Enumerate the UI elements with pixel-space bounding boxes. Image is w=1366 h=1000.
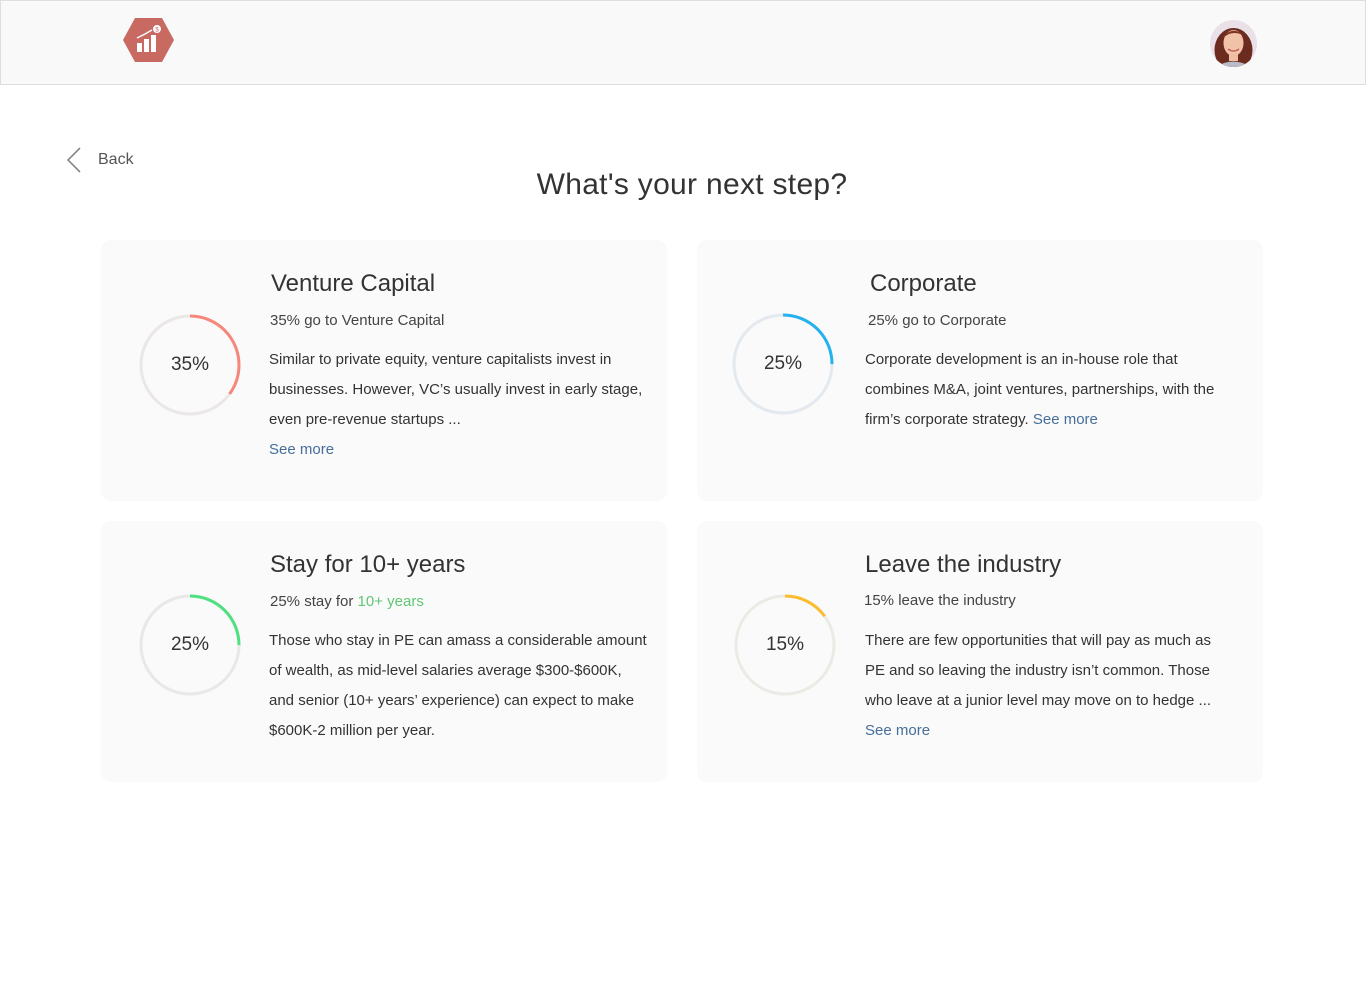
- description-text: Those who stay in PE can amass a conside…: [269, 632, 647, 739]
- subtitle-highlight: 10+ years: [357, 593, 424, 610]
- card-subtitle: 35% go to Venture Capital: [270, 312, 445, 329]
- top-bar: $: [0, 0, 1366, 85]
- card-subtitle: 25% go to Corporate: [868, 312, 1007, 329]
- percent-label: 25%: [763, 353, 803, 374]
- description-text: There are few opportunities that will pa…: [865, 632, 1212, 709]
- progress-ring: 35%: [138, 313, 242, 417]
- card-description: Corporate development is an in-house rol…: [865, 345, 1237, 435]
- card-title: Corporate: [870, 270, 977, 297]
- option-card-venture-capital[interactable]: 35% Venture Capital 35% go to Venture Ca…: [101, 240, 667, 501]
- description-text: Similar to private equity, venture capit…: [269, 351, 643, 428]
- card-subtitle: 25% stay for 10+ years: [270, 593, 424, 610]
- progress-ring: 15%: [733, 593, 837, 697]
- card-title: Leave the industry: [865, 551, 1062, 578]
- subtitle-prefix: 25% stay for: [270, 593, 354, 610]
- percent-label: 35%: [170, 354, 210, 375]
- card-title: Venture Capital: [271, 270, 436, 297]
- percent-label: 25%: [170, 634, 210, 655]
- see-more-link[interactable]: See more: [1033, 411, 1098, 428]
- card-description: There are few opportunities that will pa…: [865, 626, 1233, 746]
- card-subtitle: 15% leave the industry: [864, 592, 1016, 609]
- page-title: What's your next step?: [536, 168, 848, 201]
- progress-ring: 25%: [138, 593, 242, 697]
- card-description: Similar to private equity, venture capit…: [269, 345, 649, 465]
- percent-label: 15%: [765, 634, 805, 655]
- chart-hexagon-icon[interactable]: $: [122, 17, 175, 63]
- card-description: Those who stay in PE can amass a conside…: [269, 626, 649, 746]
- see-more-link[interactable]: See more: [269, 441, 334, 458]
- progress-ring: 25%: [731, 312, 835, 416]
- option-card-corporate[interactable]: 25% Corporate 25% go to Corporate Corpor…: [697, 240, 1263, 501]
- option-card-stay[interactable]: 25% Stay for 10+ years 25% stay for 10+ …: [101, 521, 667, 782]
- card-title: Stay for 10+ years: [270, 551, 466, 578]
- see-more-link[interactable]: See more: [865, 722, 930, 739]
- user-avatar[interactable]: [1210, 20, 1257, 67]
- option-card-leave[interactable]: 15% Leave the industry 15% leave the ind…: [697, 521, 1263, 782]
- back-label: Back: [98, 151, 134, 168]
